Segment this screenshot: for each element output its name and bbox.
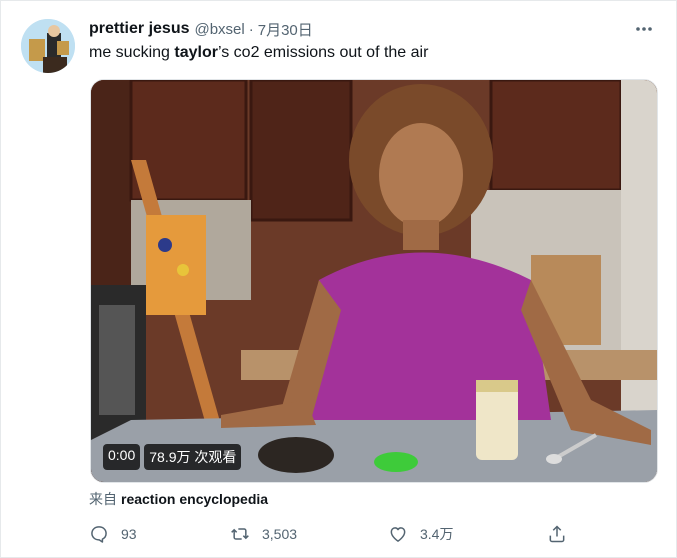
- tweet-text: me sucking taylor’s co2 emissions out of…: [89, 44, 428, 62]
- heart-icon: [390, 527, 406, 542]
- tweet-actions: 93 3,503 3.4万: [89, 521, 579, 547]
- retweet-button[interactable]: 3,503: [230, 521, 297, 547]
- like-count: 3.4万: [420, 526, 454, 542]
- video-timestamp: 0:00: [103, 444, 141, 470]
- more-horizontal-icon: [636, 27, 652, 31]
- avatar[interactable]: [21, 19, 75, 73]
- share-icon: [549, 525, 565, 543]
- reply-button[interactable]: 93: [89, 521, 137, 547]
- display-name[interactable]: prettier jesus: [89, 20, 189, 38]
- like-button[interactable]: 3.4万: [388, 521, 453, 547]
- retweet-icon: [231, 528, 249, 540]
- retweet-count: 3,503: [262, 526, 298, 542]
- tweet-text-part: me sucking: [89, 44, 175, 61]
- more-options-button[interactable]: [632, 17, 656, 41]
- share-button[interactable]: [547, 521, 579, 547]
- separator-dot: ·: [248, 20, 254, 38]
- source-prefix: 来自: [89, 491, 117, 507]
- video-overlay: 0:00 78.9万 次观看: [103, 444, 242, 470]
- reply-icon: [91, 526, 107, 543]
- tweet-text-part: ’s co2 emissions out of the air: [217, 44, 429, 61]
- source-link[interactable]: reaction encyclopedia: [121, 491, 268, 507]
- tweet-card: prettier jesus @bxsel · 7月30日 me sucking…: [0, 0, 677, 558]
- tweet-text-bold: taylor: [174, 44, 218, 61]
- tweet-header: prettier jesus @bxsel · 7月30日: [89, 18, 313, 40]
- user-handle[interactable]: @bxsel: [194, 21, 244, 38]
- video-frame: [91, 80, 657, 482]
- video-player[interactable]: 0:00 78.9万 次观看: [90, 79, 658, 483]
- video-view-count: 78.9万 次观看: [144, 444, 242, 470]
- tweet-date[interactable]: 7月30日: [258, 19, 313, 40]
- reply-count: 93: [121, 526, 137, 542]
- media-source: 来自 reaction encyclopedia: [89, 489, 268, 509]
